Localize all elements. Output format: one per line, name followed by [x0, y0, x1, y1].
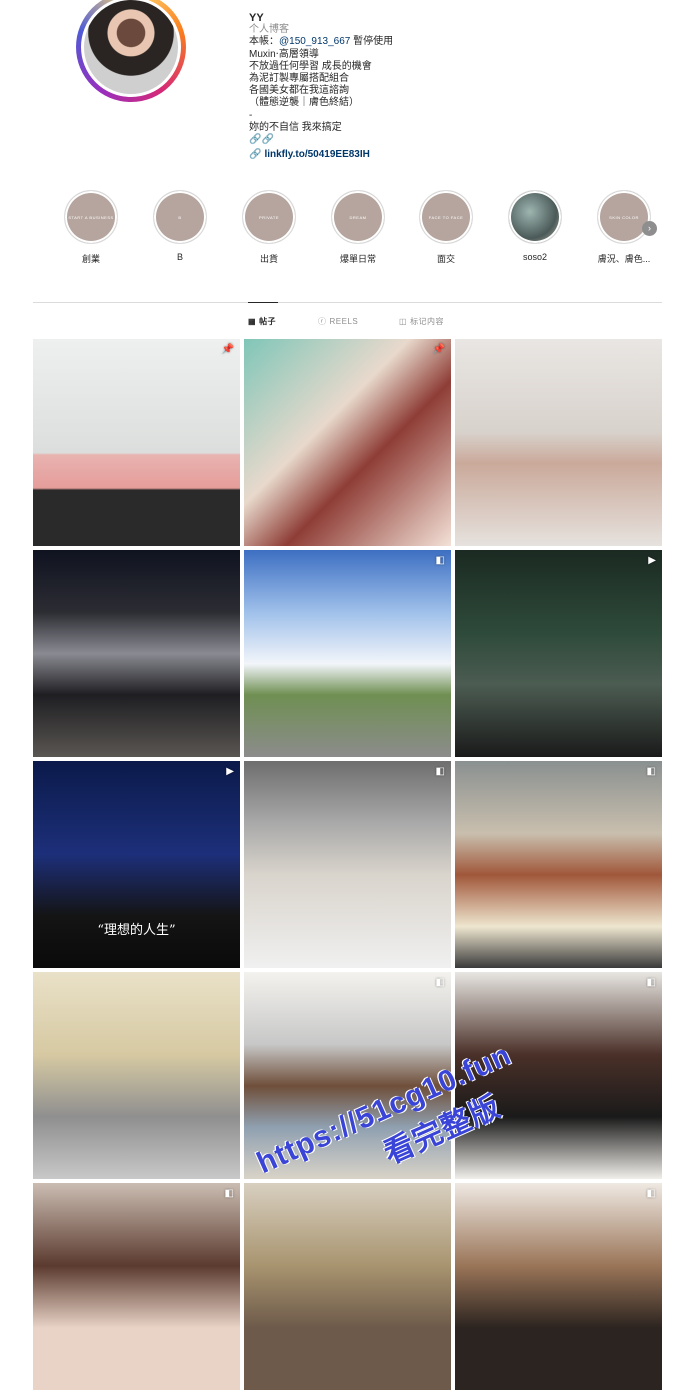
post-thumbnail[interactable]	[244, 1183, 451, 1390]
highlight-cover-text: START A BUSINESS	[68, 214, 114, 220]
highlight-label: B	[176, 252, 183, 262]
profile-category: 个人博客	[249, 24, 289, 36]
bio-line-2: Muxin‧高層領導	[249, 48, 319, 60]
carousel-icon: ◧	[224, 1188, 234, 1199]
post-thumbnail[interactable]: ◧	[455, 1183, 662, 1390]
highlight-item[interactable]: FACE TO FACE 面交	[411, 188, 481, 265]
bio-line-9: 🔗🔗	[249, 134, 274, 146]
carousel-icon: ◧	[646, 1188, 656, 1199]
highlight-cover[interactable]: SKIN COLOR	[597, 190, 651, 244]
highlight-item[interactable]: B B	[145, 188, 215, 262]
highlight-cover[interactable]: PRIVATE	[242, 190, 296, 244]
profile-link-text[interactable]: linkfly.to/50419EE83IH	[264, 149, 369, 160]
bio-mention-link[interactable]: @150_913_667	[279, 36, 350, 47]
post-thumbnail[interactable]	[33, 972, 240, 1179]
highlight-cover[interactable]	[508, 190, 562, 244]
carousel-icon: ◧	[646, 977, 656, 988]
pinned-icon: 📌	[432, 344, 445, 355]
highlight-item[interactable]: START A BUSINESS 創業	[56, 188, 126, 265]
highlight-cover-text: DREAM	[349, 214, 367, 220]
highlights-next-icon[interactable]: ›	[642, 221, 657, 236]
post-thumbnail[interactable]: ◧	[244, 761, 451, 968]
highlight-cover[interactable]: START A BUSINESS	[64, 190, 118, 244]
bio-line-6: （體態逆襲｜膚色終結）	[249, 97, 359, 109]
profile-bio: YY 个人博客 本帳：@150_913_667 暫停使用 Muxin‧高層領導 …	[249, 12, 393, 161]
carousel-icon: ◧	[646, 766, 656, 777]
carousel-icon: ◧	[435, 766, 445, 777]
reel-icon: ▶	[648, 555, 656, 566]
post-thumbnail[interactable]	[33, 550, 240, 757]
profile-external-link[interactable]: 🔗 linkfly.to/50419EE83IH	[249, 149, 393, 161]
highlight-label: soso2	[522, 252, 548, 262]
highlight-cover[interactable]: B	[153, 190, 207, 244]
highlight-cover-text: PRIVATE	[258, 214, 280, 220]
highlight-cover[interactable]: DREAM	[331, 190, 385, 244]
tab-posts[interactable]: ▦ 帖子	[248, 316, 276, 327]
highlight-cover-text: B	[178, 214, 182, 220]
tagged-icon: ◫	[399, 317, 408, 326]
highlight-label: 面交	[436, 254, 455, 264]
post-thumbnail[interactable]: ◧	[455, 761, 662, 968]
profile-avatar[interactable]	[81, 0, 181, 97]
post-thumbnail[interactable]: ▶ “理想的人生”	[33, 761, 240, 968]
post-thumbnail[interactable]: ◧	[244, 550, 451, 757]
highlight-item[interactable]: soso2	[500, 188, 570, 262]
highlight-label: 膚況、膚色...	[597, 254, 651, 264]
bio-line-8: 妳的不自信 我來搞定	[249, 121, 342, 133]
highlight-cover-text: SKIN COLOR	[609, 214, 639, 220]
carousel-icon: ◧	[435, 555, 445, 566]
tab-tagged[interactable]: ◫ 标记内容	[399, 316, 444, 327]
bio-line-4: 為泥訂製專屬搭配組合	[249, 73, 349, 85]
bio-line-1-prefix: 本帳：	[249, 36, 279, 48]
post-thumbnail[interactable]	[455, 339, 662, 546]
tabs-divider	[33, 302, 662, 303]
active-tab-indicator	[248, 302, 278, 303]
highlight-item[interactable]: PRIVATE 出貨	[234, 188, 304, 265]
grid-icon: ▦	[248, 317, 257, 326]
post-caption-overlay: “理想的人生”	[97, 923, 176, 938]
highlight-cover[interactable]: FACE TO FACE	[419, 190, 473, 244]
profile-name: YY	[249, 12, 264, 24]
post-thumbnail[interactable]: ◧	[33, 1183, 240, 1390]
pinned-icon: 📌	[221, 344, 234, 355]
tab-tagged-label: 标记内容	[410, 317, 445, 326]
post-thumbnail[interactable]: ▶	[455, 550, 662, 757]
highlight-cover-text: FACE TO FACE	[428, 214, 464, 220]
story-highlights: START A BUSINESS 創業 B B PRIVATE 出貨 DREAM…	[0, 188, 683, 268]
reels-icon: ⓡ	[318, 317, 327, 326]
tab-reels[interactable]: ⓡ REELS	[318, 316, 358, 327]
highlight-item[interactable]: DREAM 爆單日常	[323, 188, 393, 265]
post-thumbnail[interactable]: 📌	[244, 339, 451, 546]
tab-reels-label: REELS	[329, 317, 359, 326]
highlight-label: 創業	[81, 254, 100, 264]
link-icon: 🔗	[249, 149, 262, 161]
reel-icon: ▶	[226, 766, 234, 777]
tab-posts-label: 帖子	[259, 317, 277, 326]
post-thumbnail[interactable]: 📌	[33, 339, 240, 546]
carousel-icon: ◧	[435, 977, 445, 988]
highlight-label: 爆單日常	[339, 254, 376, 264]
bio-line-1: 本帳：@150_913_667 暫停使用	[249, 36, 393, 48]
profile-avatar-ring[interactable]	[76, 0, 186, 102]
highlight-label: 出貨	[259, 254, 278, 264]
bio-line-3: 不放過任何學習 成長的機會	[249, 60, 372, 72]
bio-line-1-suffix: 暫停使用	[350, 36, 394, 48]
bio-line-5: 各國美女都在我這諮詢	[249, 85, 349, 97]
bio-line-7: -	[249, 109, 253, 121]
